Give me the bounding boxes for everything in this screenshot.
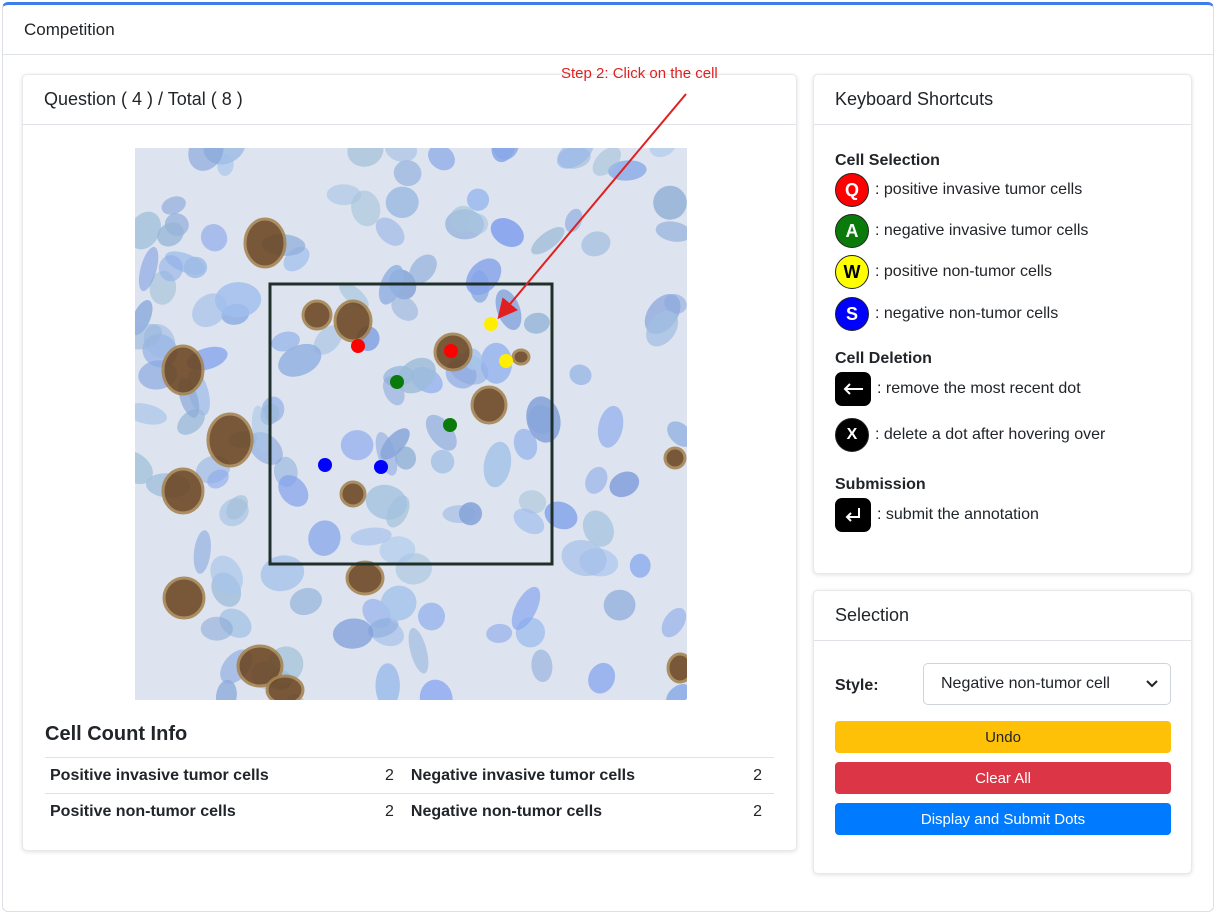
annotation-dot-negative-non-tumor[interactable] (318, 458, 332, 472)
clear-all-button[interactable]: Clear All (835, 762, 1171, 794)
shortcut-backspace: : remove the most recent dot (835, 372, 1081, 406)
cell-count-title: Cell Count Info (45, 723, 188, 745)
w-key-icon: W (835, 255, 869, 289)
shortcut-a: A : negative invasive tumor cells (835, 214, 1088, 248)
shortcut-enter: : submit the annotation (835, 498, 1039, 532)
count-value: 2 (380, 793, 406, 830)
count-label: Negative invasive tumor cells (405, 757, 744, 794)
annotation-dot-positive-invasive[interactable] (444, 344, 458, 358)
annotation-dot-negative-invasive[interactable] (390, 375, 404, 389)
count-label: Positive non-tumor cells (45, 793, 380, 830)
shortcut-text: : positive non-tumor cells (875, 263, 1052, 280)
cell-count-table: Positive invasive tumor cells 2 Negative… (45, 757, 774, 830)
count-value: 2 (744, 793, 774, 830)
annotation-dot-positive-invasive[interactable] (351, 339, 365, 353)
shortcut-x: X : delete a dot after hovering over (835, 418, 1105, 452)
count-value: 2 (380, 757, 406, 794)
question-header: Question ( 4 ) / Total ( 8 ) (23, 75, 796, 125)
selection-card: Selection Style: Negative non-tumor cell… (813, 590, 1192, 874)
style-label: Style: (835, 677, 879, 694)
shortcut-text: : remove the most recent dot (877, 380, 1081, 397)
app-title: Competition (3, 5, 1213, 55)
shortcut-text: : negative non-tumor cells (875, 305, 1059, 322)
annotation-dot-positive-non-tumor[interactable] (484, 317, 498, 331)
keyboard-shortcuts-card: Keyboard Shortcuts Cell Selection Q : po… (813, 74, 1192, 574)
annotation-dot-negative-invasive[interactable] (443, 418, 457, 432)
undo-button[interactable]: Undo (835, 721, 1171, 753)
stained-nucleus (345, 560, 385, 596)
nucleus (340, 430, 374, 461)
stained-nucleus (161, 344, 205, 396)
question-card: Question ( 4 ) / Total ( 8 ) Cell Count … (22, 74, 797, 851)
s-key-icon: S (835, 297, 869, 331)
stained-nucleus (663, 446, 687, 470)
annotation-dot-negative-non-tumor[interactable] (374, 460, 388, 474)
chevron-down-icon (1146, 680, 1158, 688)
count-value: 2 (744, 757, 774, 794)
shortcut-q: Q : positive invasive tumor cells (835, 173, 1082, 207)
backspace-key-icon (835, 372, 871, 406)
shortcut-text: : delete a dot after hovering over (875, 426, 1106, 443)
stained-nucleus (265, 674, 305, 700)
submission-heading: Submission (835, 476, 926, 493)
count-label: Negative non-tumor cells (405, 793, 744, 830)
selection-title: Selection (814, 591, 1191, 641)
stained-nucleus (243, 217, 287, 269)
stained-nucleus (162, 576, 206, 620)
shortcut-text: : negative invasive tumor cells (875, 222, 1089, 239)
stained-nucleus (333, 299, 373, 343)
cell-deletion-heading: Cell Deletion (835, 350, 932, 367)
q-key-icon: Q (835, 173, 869, 207)
a-key-icon: A (835, 214, 869, 248)
table-row: Positive non-tumor cells 2 Negative non-… (45, 793, 774, 830)
annotation-dot-positive-non-tumor[interactable] (499, 354, 513, 368)
x-key-icon: X (835, 418, 869, 452)
stained-nucleus (301, 299, 333, 331)
submit-dots-button[interactable]: Display and Submit Dots (835, 803, 1171, 835)
style-select[interactable]: Negative non-tumor cell (923, 663, 1171, 705)
style-select-value: Negative non-tumor cell (941, 675, 1110, 692)
shortcut-s: S : negative non-tumor cells (835, 297, 1058, 331)
stained-nucleus (161, 467, 205, 515)
step-annotation: Step 2: Click on the cell (561, 65, 718, 82)
cell-selection-heading: Cell Selection (835, 152, 940, 169)
shortcut-text: : positive invasive tumor cells (875, 181, 1083, 198)
stained-nucleus (666, 652, 687, 684)
tissue-canvas[interactable] (135, 148, 687, 700)
stained-nucleus (206, 412, 254, 468)
stained-nucleus (511, 348, 531, 366)
table-row: Positive invasive tumor cells 2 Negative… (45, 757, 774, 794)
shortcuts-title: Keyboard Shortcuts (814, 75, 1191, 125)
shortcut-text: : submit the annotation (877, 506, 1039, 523)
stained-nucleus (339, 480, 367, 508)
shortcut-w: W : positive non-tumor cells (835, 255, 1052, 289)
enter-key-icon (835, 498, 871, 532)
stained-nucleus (470, 385, 508, 425)
count-label: Positive invasive tumor cells (45, 757, 380, 794)
tissue-image[interactable] (135, 148, 687, 700)
